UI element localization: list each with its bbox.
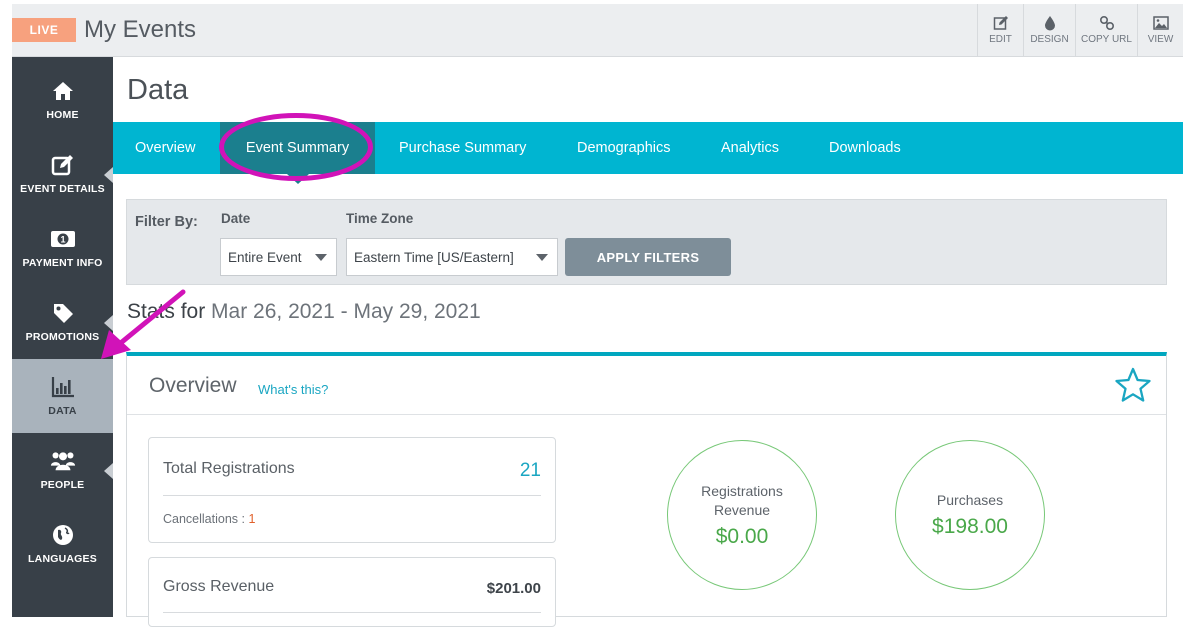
overview-panel-header: Overview What's this? <box>127 356 1166 415</box>
overview-title: Overview <box>149 374 237 397</box>
gross-revenue-row: Gross Revenue $201.00 <box>163 578 541 604</box>
registrations-row: Total Registrations 21 <box>163 460 541 486</box>
registrations-revenue-value: $0.00 <box>715 524 769 548</box>
image-icon <box>1152 16 1169 30</box>
whats-this-link[interactable]: What's this? <box>258 382 328 397</box>
timezone-filter-label: Time Zone <box>346 211 414 226</box>
tag-icon <box>50 301 76 325</box>
overview-panel: Overview What's this? Total Registration… <box>126 352 1167 627</box>
tab-purchase-summary[interactable]: Purchase Summary <box>399 122 526 174</box>
chevron-down-icon <box>315 254 327 261</box>
purchases-circle: Purchases $198.00 <box>895 440 1045 590</box>
sidebar-item-home[interactable]: HOME <box>12 63 113 137</box>
sidebar-item-label: LANGUAGES <box>28 553 97 565</box>
date-select[interactable]: Entire Event <box>220 238 337 276</box>
sidebar-item-event-details[interactable]: EVENT DETAILS <box>12 137 113 211</box>
timezone-select-value: Eastern Time [US/Eastern] <box>354 249 514 265</box>
timezone-select[interactable]: Eastern Time [US/Eastern] <box>346 238 558 276</box>
edit-icon <box>50 153 76 177</box>
sidebar-item-label: PEOPLE <box>40 479 85 491</box>
design-tool-label: DESIGN <box>1030 34 1069 45</box>
sidebar-item-label: EVENT DETAILS <box>20 183 105 195</box>
cancellations-value: 1 <box>248 512 256 526</box>
purchases-value: $198.00 <box>932 515 1008 538</box>
svg-text:1: 1 <box>60 235 65 245</box>
apply-filters-button[interactable]: APPLY FILTERS <box>565 238 731 276</box>
sidebar-item-label: DATA <box>48 405 77 417</box>
copy-url-tool-label: COPY URL <box>1081 34 1132 45</box>
gross-revenue-label: Gross Revenue <box>163 578 275 595</box>
sidebar-item-people[interactable]: PEOPLE <box>12 433 113 507</box>
home-icon <box>50 79 76 103</box>
stats-range: Mar 26, 2021 - May 29, 2021 <box>211 300 481 323</box>
chevron-down-icon <box>536 254 548 261</box>
card-divider <box>163 495 541 496</box>
registrations-revenue-circle: Registrations Revenue $0.00 <box>667 440 817 590</box>
tab-downloads[interactable]: Downloads <box>829 122 901 174</box>
purchases-label: Purchases <box>936 492 1004 508</box>
copy-url-tool-button[interactable]: COPY URL <box>1075 4 1137 56</box>
edit-tool-button[interactable]: EDIT <box>977 4 1023 56</box>
cancellations-row: Cancellations : 1 <box>163 512 541 526</box>
live-badge: LIVE <box>12 18 76 42</box>
people-icon <box>50 449 76 473</box>
sidebar-notch <box>104 167 113 183</box>
view-tool-button[interactable]: VIEW <box>1137 4 1183 56</box>
annotation-arrow <box>101 289 186 359</box>
date-select-value: Entire Event <box>228 249 302 265</box>
sidebar-notch <box>104 463 113 479</box>
filter-bar: Filter By: Date Time Zone Entire Event E… <box>126 199 1167 285</box>
registrations-card: Total Registrations 21 Cancellations : 1 <box>148 437 556 543</box>
total-registrations-value: 21 <box>519 460 541 481</box>
cancellations-label: Cancellations : <box>163 512 245 526</box>
sidebar-item-label: HOME <box>46 109 79 121</box>
globe-icon <box>50 523 76 547</box>
filter-label: Filter By: <box>135 214 198 230</box>
sidebar-item-label: PAYMENT INFO <box>22 257 103 269</box>
gross-revenue-value: $201.00 <box>486 580 541 597</box>
date-filter-label: Date <box>221 211 251 226</box>
sidebar-item-languages[interactable]: LANGUAGES <box>12 507 113 581</box>
top-bar: LIVE My Events EDIT DESIGN COPY URL VIEW <box>12 4 1183 57</box>
app-title: My Events <box>84 16 197 43</box>
droplet-icon <box>1044 16 1055 31</box>
registrations-revenue-label-line1: Registrations <box>701 482 783 499</box>
card-divider <box>163 612 541 613</box>
sidebar-item-data[interactable]: DATA <box>12 359 113 433</box>
view-tool-label: VIEW <box>1147 34 1174 45</box>
registrations-revenue-label-line2: Revenue <box>713 501 771 518</box>
tab-overview[interactable]: Overview <box>135 122 195 174</box>
star-icon[interactable] <box>1114 366 1152 404</box>
sidebar-item-label: PROMOTIONS <box>25 331 100 343</box>
edit-icon <box>993 16 1008 30</box>
edit-tool-label: EDIT <box>989 34 1012 45</box>
link-icon <box>1099 15 1114 31</box>
bar-chart-icon <box>50 375 76 399</box>
money-icon: 1 <box>50 227 76 251</box>
page-title: Data <box>127 74 189 106</box>
tab-analytics[interactable]: Analytics <box>721 122 779 174</box>
toolbar: EDIT DESIGN COPY URL VIEW <box>977 4 1183 56</box>
total-registrations-label: Total Registrations <box>163 460 295 477</box>
design-tool-button[interactable]: DESIGN <box>1023 4 1075 56</box>
app-window: LIVE My Events EDIT DESIGN COPY URL VIEW <box>0 0 1183 627</box>
tab-demographics[interactable]: Demographics <box>577 122 671 174</box>
sidebar-item-payment-info[interactable]: 1 PAYMENT INFO <box>12 211 113 285</box>
annotation-highlight-circle <box>219 113 373 181</box>
